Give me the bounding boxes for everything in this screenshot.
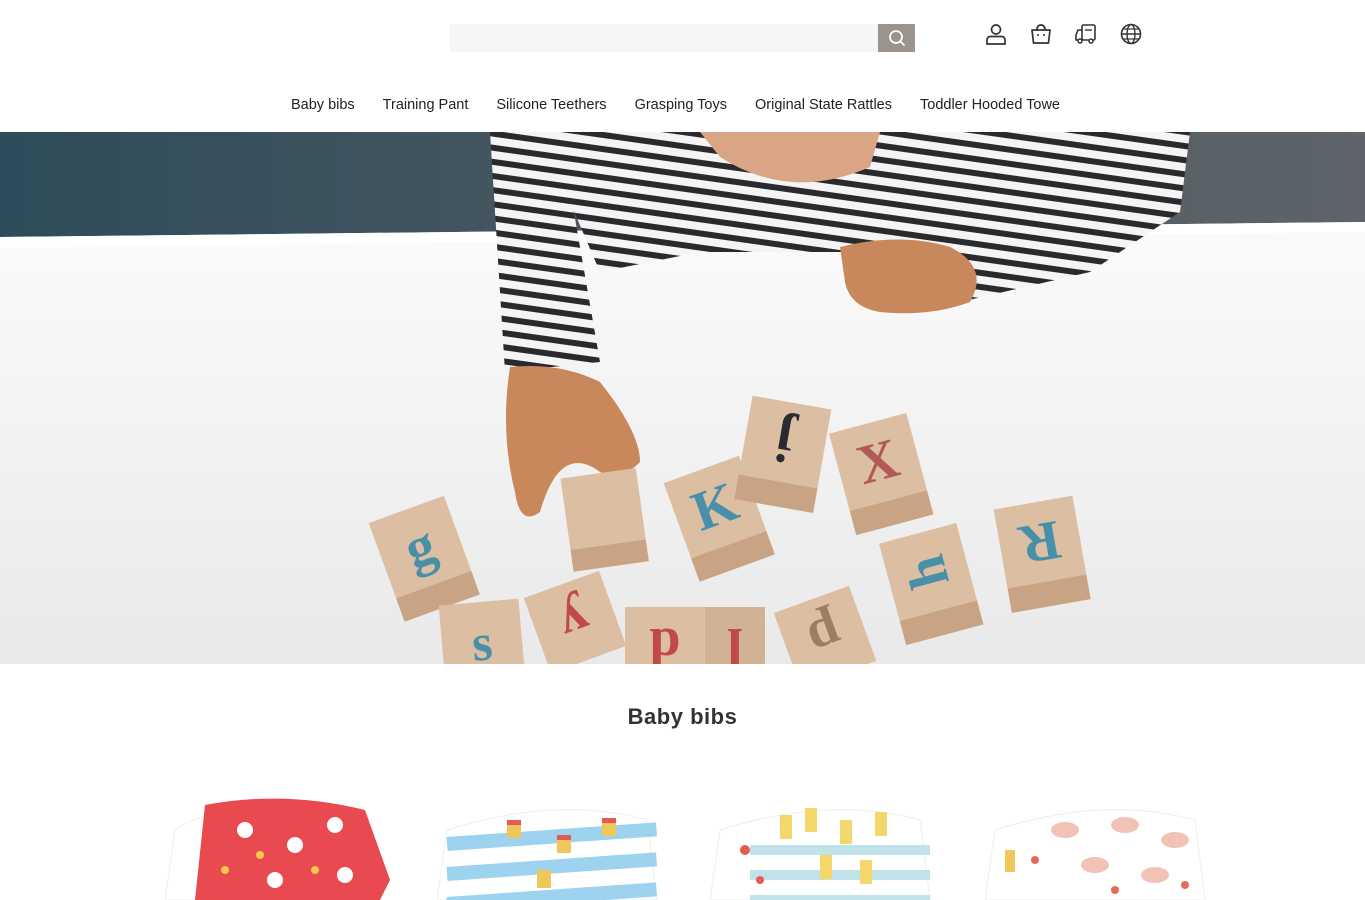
- shipping-icon[interactable]: [1074, 21, 1098, 47]
- search-input[interactable]: [450, 24, 878, 52]
- hero-banner[interactable]: g K j X R h s y p d l: [0, 132, 1365, 664]
- nav-item-training-pant[interactable]: Training Pant: [369, 92, 483, 118]
- language-globe-icon[interactable]: [1119, 21, 1143, 47]
- search-button[interactable]: [878, 24, 915, 52]
- svg-text:l: l: [727, 616, 743, 664]
- nav-item-original-state-rattles[interactable]: Original State Rattles: [741, 92, 906, 118]
- site-header: Baby bibs Training Pant Silicone Teether…: [0, 0, 1365, 132]
- product-image: [985, 809, 1206, 900]
- nav-item-silicone-teethers[interactable]: Silicone Teethers: [482, 92, 620, 118]
- product-card[interactable]: [437, 790, 667, 900]
- search-icon: [888, 30, 905, 46]
- product-card[interactable]: [710, 790, 940, 900]
- nav-item-grasping-toys[interactable]: Grasping Toys: [621, 92, 741, 118]
- product-card[interactable]: [985, 790, 1215, 900]
- svg-text:d: d: [649, 616, 680, 664]
- account-icon[interactable]: [984, 21, 1008, 47]
- hero-image: g K j X R h s y p d l: [0, 132, 1365, 664]
- section-title: Baby bibs: [627, 704, 738, 729]
- product-image: [710, 808, 931, 900]
- nav-item-toddler-hooded-towel[interactable]: Toddler Hooded Towe: [906, 92, 1074, 118]
- product-image: [437, 809, 658, 900]
- product-grid: [0, 790, 1365, 900]
- main-nav: Baby bibs Training Pant Silicone Teether…: [0, 92, 1365, 118]
- search-bar: [450, 24, 915, 52]
- header-icons: [984, 21, 1143, 47]
- cart-icon[interactable]: [1029, 21, 1053, 47]
- product-image: [165, 798, 390, 900]
- nav-item-baby-bibs[interactable]: Baby bibs: [291, 92, 369, 118]
- product-card[interactable]: [165, 790, 395, 900]
